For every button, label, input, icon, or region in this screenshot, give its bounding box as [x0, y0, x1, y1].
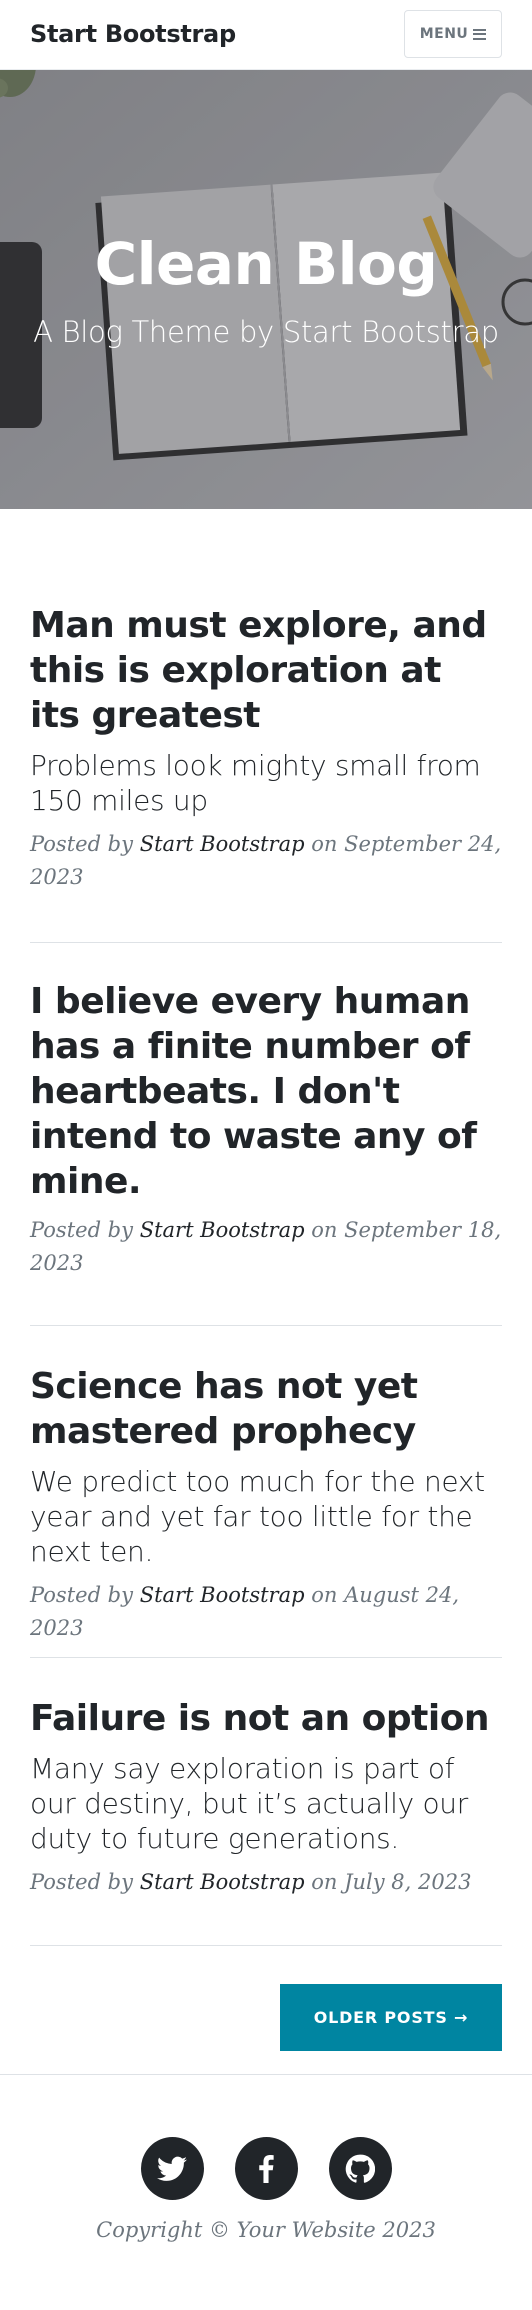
post-link[interactable]: Man must explore, and this is exploratio…	[30, 603, 502, 818]
github-link[interactable]	[328, 2137, 392, 2200]
brand-link[interactable]: Start Bootstrap	[30, 20, 236, 48]
author-link[interactable]: Start Bootstrap	[140, 1870, 305, 1894]
post-preview: Science has not yet mastered prophecy We…	[30, 1364, 502, 1645]
facebook-icon	[259, 2154, 274, 2183]
post-preview: Man must explore, and this is exploratio…	[30, 603, 502, 894]
post-link[interactable]: Failure is not an option Many say explor…	[30, 1696, 502, 1856]
post-link[interactable]: I believe every human has a finite numbe…	[30, 979, 502, 1204]
twitter-icon	[157, 2156, 187, 2181]
github-icon	[345, 2154, 375, 2183]
author-link[interactable]: Start Bootstrap	[140, 1218, 305, 1242]
post-link[interactable]: Science has not yet mastered prophecy We…	[30, 1364, 502, 1569]
post-subtitle[interactable]: Many say exploration is part of our dest…	[30, 1751, 502, 1856]
post-subtitle[interactable]: Problems look mighty small from 150 mile…	[30, 748, 502, 818]
older-posts-button[interactable]: OLDER POSTS →	[280, 1984, 502, 2051]
footer-divider	[0, 2074, 532, 2075]
post-meta: Posted by Start Bootstrap on July 8, 202…	[30, 1870, 472, 1894]
twitter-link[interactable]	[140, 2137, 204, 2200]
post-meta: Posted by Start Bootstrap on September 2…	[30, 832, 502, 889]
post-preview: I believe every human has a finite numbe…	[30, 979, 502, 1280]
post-title[interactable]: Failure is not an option	[30, 1696, 502, 1741]
post-divider	[30, 1657, 502, 1658]
hamburger-icon	[473, 28, 487, 40]
post-meta: Posted by Start Bootstrap on August 24, …	[30, 1583, 460, 1640]
author-link[interactable]: Start Bootstrap	[140, 832, 305, 856]
post-divider	[30, 942, 502, 943]
post-divider	[30, 1945, 502, 1946]
menu-button[interactable]: MENU	[404, 10, 502, 58]
post-title[interactable]: I believe every human has a finite numbe…	[30, 979, 502, 1204]
post-preview: Failure is not an option Many say explor…	[30, 1696, 502, 1899]
copyright-text: Copyright © Your Website 2023	[96, 2218, 436, 2242]
post-date: July 8, 2023	[344, 1870, 472, 1894]
social-links	[0, 2137, 532, 2200]
hero-header: Clean Blog A Blog Theme by Start Bootstr…	[0, 70, 532, 509]
menu-label: MENU	[419, 26, 469, 42]
post-title[interactable]: Science has not yet mastered prophecy	[30, 1364, 502, 1454]
post-divider	[30, 1325, 502, 1326]
author-link[interactable]: Start Bootstrap	[140, 1583, 305, 1607]
post-meta: Posted by Start Bootstrap on September 1…	[30, 1218, 502, 1275]
site-subtitle: A Blog Theme by Start Bootstrap	[33, 315, 499, 349]
navbar: Start Bootstrap MENU	[0, 0, 532, 70]
post-subtitle[interactable]: We predict too much for the next year an…	[30, 1464, 502, 1569]
site-title: Clean Blog	[94, 230, 438, 298]
post-title[interactable]: Man must explore, and this is exploratio…	[30, 603, 502, 738]
facebook-link[interactable]	[234, 2137, 298, 2200]
